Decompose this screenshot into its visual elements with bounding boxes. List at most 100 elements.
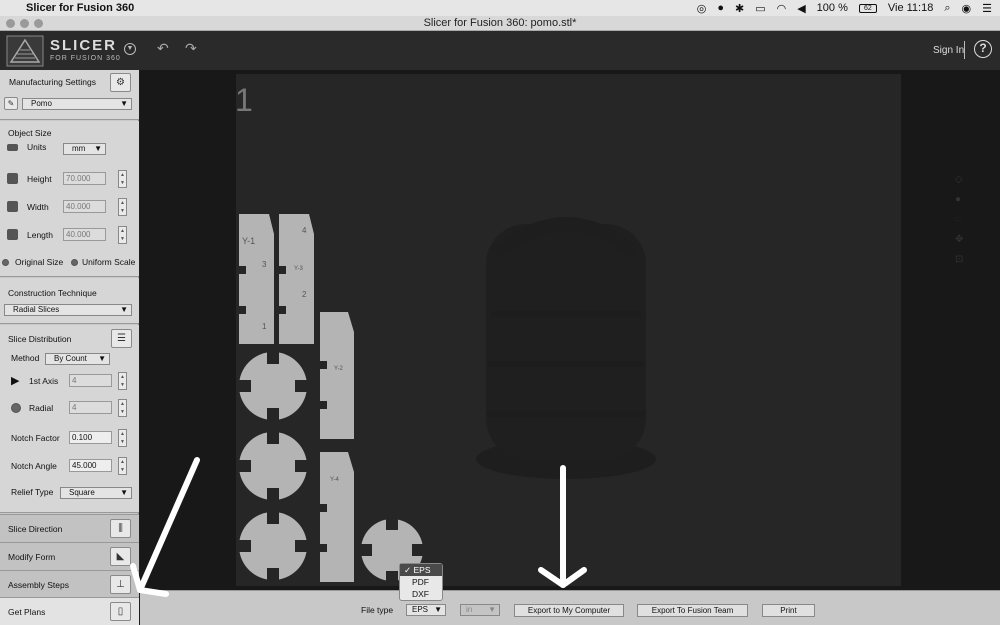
logo-subtitle: FOR FUSION 360	[50, 55, 121, 62]
app-menu-dropdown-icon[interactable]: ▼	[124, 43, 136, 55]
close-window-button[interactable]	[6, 19, 15, 28]
height-stepper[interactable]: ▲ ▼	[118, 170, 127, 188]
edit-pencil-icon[interactable]: ✎	[4, 97, 18, 110]
notch-factor-stepper[interactable]: ▲ ▼	[118, 429, 127, 447]
slice-direction-label: Slice Direction	[8, 524, 63, 534]
notch-factor-input[interactable]: 0.100	[69, 431, 112, 444]
part-label: Y-4	[330, 477, 339, 483]
checkmark-icon: ✓	[404, 565, 412, 575]
minimize-window-button[interactable]	[20, 19, 29, 28]
slice-direction-button[interactable]: Slice Direction ⫼	[0, 514, 139, 542]
notch-number: 2	[302, 290, 307, 299]
width-label: Width	[27, 202, 49, 212]
user-icon[interactable]: ◉	[962, 2, 972, 15]
notification-center-icon[interactable]: ☰	[982, 2, 992, 15]
notch-angle-label: Notch Angle	[11, 461, 57, 471]
radial-input[interactable]: 4	[69, 401, 112, 414]
battery-icon[interactable]: 62	[858, 3, 877, 13]
width-cube-icon	[7, 201, 18, 212]
file-type-menu: ✓ EPS PDF DXF	[399, 563, 443, 601]
volume-icon[interactable]: ◀	[797, 2, 805, 15]
help-button[interactable]: ?	[974, 40, 992, 58]
get-plans-button[interactable]: Get Plans ▯	[0, 597, 139, 625]
construction-technique-section: Construction Technique Radial Slices ▼	[0, 278, 139, 324]
part-label: Y-3	[294, 266, 303, 272]
units-value: mm	[72, 144, 86, 153]
original-size-radio[interactable]	[2, 259, 9, 266]
redo-icon[interactable]: ↷	[185, 40, 197, 57]
window-controls	[6, 19, 43, 28]
technique-select[interactable]: Radial Slices ▼	[4, 304, 132, 316]
width-stepper[interactable]: ▲ ▼	[118, 198, 127, 216]
assembly-steps-icon: ⊥	[110, 575, 131, 594]
height-label: Height	[27, 174, 52, 184]
undo-icon[interactable]: ↶	[157, 40, 169, 57]
sign-in-link[interactable]: Sign In	[933, 45, 964, 56]
pan-icon[interactable]: ✥	[955, 230, 963, 250]
zoom-icon[interactable]: ◌	[955, 210, 963, 230]
export-units-select[interactable]: in ▼	[460, 604, 500, 616]
model-preview	[476, 217, 656, 479]
length-input[interactable]: 40.000	[63, 228, 106, 241]
distribution-list-icon[interactable]: ☰	[111, 329, 132, 348]
method-label: Method	[11, 353, 40, 363]
menu-bar: Slicer for Fusion 360 ◎ ● ✱ ▭ ◠ ◀ 100 % …	[0, 0, 1000, 16]
manufacturing-settings-label: Manufacturing Settings	[9, 77, 96, 87]
get-plans-page-icon: ▯	[110, 602, 131, 621]
print-button[interactable]: Print	[762, 604, 815, 617]
relief-type-value: Square	[69, 488, 95, 497]
notch-number: 3	[262, 260, 267, 269]
chevron-down-icon: ▼	[120, 99, 128, 108]
modify-form-icon: ◣	[110, 547, 131, 566]
height-cube-icon	[7, 173, 18, 184]
app-header	[0, 31, 1000, 70]
height-input[interactable]: 70.000	[63, 172, 106, 185]
file-type-option-eps[interactable]: ✓ EPS	[400, 564, 442, 576]
clock[interactable]: Vie 11:18	[888, 2, 933, 14]
width-input[interactable]: 40.000	[63, 200, 106, 213]
app-menu-name[interactable]: Slicer for Fusion 360	[26, 2, 134, 14]
method-select[interactable]: By Count ▼	[45, 353, 110, 365]
export-units-value: in	[466, 605, 473, 614]
file-type-option-pdf[interactable]: PDF	[400, 576, 442, 588]
zoom-window-button[interactable]	[34, 19, 43, 28]
fit-icon[interactable]: ⊡	[955, 250, 963, 270]
object-size-label: Object Size	[8, 128, 52, 138]
notch-angle-stepper[interactable]: ▲ ▼	[118, 457, 127, 475]
display-icon[interactable]: ▭	[755, 2, 765, 15]
creative-cloud-icon[interactable]: ◎	[697, 2, 707, 15]
slicer-logo-icon	[6, 35, 44, 67]
status-area: ◎ ● ✱ ▭ ◠ ◀ 100 % 62 Vie 11:18 ⌕ ◉ ☰	[697, 2, 1000, 15]
relief-type-select[interactable]: Square ▼	[60, 487, 132, 499]
settings-gear-icon[interactable]: ⚙	[110, 73, 131, 92]
file-type-select[interactable]: EPS ▼	[406, 604, 446, 616]
notch-number: 1	[262, 322, 267, 331]
length-cube-icon	[7, 229, 18, 240]
length-stepper[interactable]: ▲ ▼	[118, 226, 127, 244]
first-axis-input[interactable]: 4	[69, 374, 112, 387]
wifi-icon[interactable]: ◠	[777, 2, 787, 15]
notch-angle-input[interactable]: 45.000	[69, 459, 112, 472]
units-select[interactable]: mm ▼	[63, 143, 106, 155]
export-to-computer-button[interactable]: Export to My Computer	[514, 604, 624, 617]
material-select[interactable]: Pomo ▼	[22, 98, 132, 110]
orbit-icon[interactable]: ●	[955, 190, 963, 210]
relief-type-label: Relief Type	[11, 487, 54, 497]
bluetooth-icon[interactable]: ✱	[735, 2, 744, 15]
modify-form-button[interactable]: Modify Form ◣	[0, 542, 139, 570]
assembly-steps-label: Assembly Steps	[8, 580, 69, 590]
manufacturing-settings-section: Manufacturing Settings ⚙ ✎ Pomo ▼	[0, 70, 139, 120]
construction-technique-label: Construction Technique	[8, 288, 97, 298]
export-to-fusion-team-button[interactable]: Export To Fusion Team	[637, 604, 748, 617]
circle-icon[interactable]: ●	[717, 2, 724, 14]
file-type-option-dxf[interactable]: DXF	[400, 588, 442, 600]
first-axis-stepper[interactable]: ▲ ▼	[118, 372, 127, 390]
uniform-scale-radio[interactable]	[71, 259, 78, 266]
chevron-down-icon: ▼	[120, 488, 128, 497]
units-label: Units	[27, 142, 47, 152]
home-view-icon[interactable]: ◇	[955, 170, 963, 190]
radial-stepper[interactable]: ▲ ▼	[118, 399, 127, 417]
search-icon[interactable]: ⌕	[944, 2, 950, 15]
assembly-steps-button[interactable]: Assembly Steps ⊥	[0, 570, 139, 598]
battery-percent[interactable]: 100 %	[817, 2, 848, 14]
